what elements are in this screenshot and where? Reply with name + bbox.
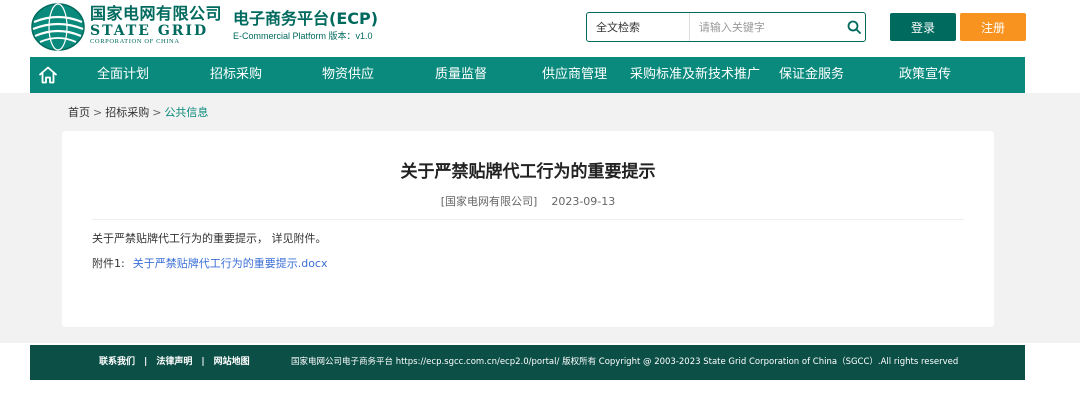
platform-title: 电子商务平台(ECP) [233,9,379,28]
search-scope-select[interactable]: 全文检索 [587,13,690,41]
breadcrumb-bidding[interactable]: 招标采购 [105,106,149,119]
footer-link-contact[interactable]: 联系我们 [99,357,135,367]
article-card: 关于严禁贴牌代工行为的重要提示 [国家电网有限公司] 2023-09-13 关于严… [62,131,994,327]
platform-name: 电子商务平台(ECP) E-Commercial Platform 版本：v1.… [233,10,378,41]
footer: 联系我们 | 法律声明 | 网站地图 国家电网公司电子商务平台 https://ecp.… [30,345,1025,380]
footer-separator: | [144,357,148,367]
header: 国家电网有限公司 STATE GRID CORPORATION OF CHINA… [0,0,1080,57]
nav-item-bidding[interactable]: 招标采购 [210,57,262,93]
breadcrumb-separator: > [93,106,103,119]
logo-en-text: STATE GRID [90,23,209,40]
article-body: 关于严禁贴牌代工行为的重要提示， 详见附件。 [92,232,327,245]
nav-item-supplier[interactable]: 供应商管理 [542,57,607,93]
search-button[interactable] [844,13,865,41]
state-grid-logo[interactable]: 国家电网有限公司 STATE GRID CORPORATION OF CHINA [30,0,222,52]
article-source: [国家电网有限公司] [440,195,538,208]
nav-item-plan[interactable]: 全面计划 [97,57,149,93]
footer-link-legal[interactable]: 法律声明 [156,357,192,367]
search-input[interactable] [689,13,844,41]
nav-item-quality[interactable]: 质量监督 [435,57,487,93]
breadcrumb-separator: > [152,106,162,119]
logo-en-subtext: CORPORATION OF CHINA [90,38,180,46]
attachment-link[interactable]: 关于严禁贴牌代工行为的重要提示.docx [133,257,328,270]
home-icon [39,66,57,84]
login-button[interactable]: 登录 [890,13,956,41]
footer-links: 联系我们 | 法律声明 | 网站地图 [99,345,250,380]
platform-subtitle: E-Commercial Platform 版本：v1.0 [233,30,373,41]
attachment-label: 附件1: [92,257,125,270]
attachment-row: 附件1: 关于严禁贴牌代工行为的重要提示.docx [92,255,327,271]
search-icon [848,20,862,34]
article-meta: [国家电网有限公司] 2023-09-13 [62,193,994,209]
register-button[interactable]: 注册 [960,13,1026,41]
nav-home[interactable] [38,65,58,85]
logo-cn-text: 国家电网有限公司 [90,4,223,24]
footer-separator: | [201,357,205,367]
nav-item-policy[interactable]: 政策宣传 [899,57,951,93]
article-date: 2023-09-13 [551,195,616,208]
breadcrumb: 首页 > 招标采购 > 公共信息 [68,104,208,120]
nav-item-standards[interactable]: 采购标准及新技术推广 [630,57,760,93]
footer-link-sitemap[interactable]: 网站地图 [214,357,250,367]
nav-item-deposit[interactable]: 保证金服务 [779,57,844,93]
search-box: 全文检索 [586,12,866,42]
nav-item-supply[interactable]: 物资供应 [322,57,374,93]
main-nav: 全面计划 招标采购 物资供应 质量监督 供应商管理 采购标准及新技术推广 保证金… [30,57,1025,93]
breadcrumb-home[interactable]: 首页 [68,106,90,119]
breadcrumb-current[interactable]: 公共信息 [164,106,208,119]
divider [92,219,964,220]
state-grid-globe-icon [30,2,86,52]
footer-copyright: 国家电网公司电子商务平台 https://ecp.sgcc.com.cn/ecp… [291,357,959,367]
article-title: 关于严禁贴牌代工行为的重要提示 [400,162,656,182]
